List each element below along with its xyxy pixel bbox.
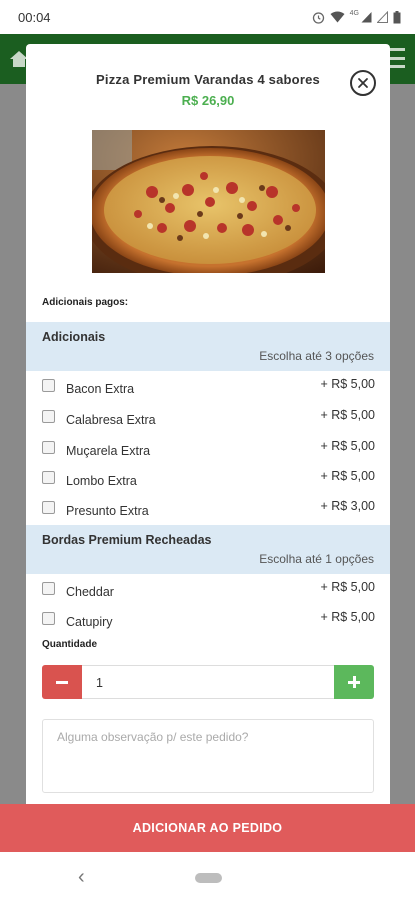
- option-row-lombo-extra[interactable]: Lombo Extra + R$ 5,00: [26, 466, 390, 496]
- product-image: [92, 130, 325, 273]
- option-checkbox[interactable]: [42, 582, 55, 595]
- plus-icon-vertical: [352, 676, 356, 688]
- signal-empty-icon: [377, 11, 388, 23]
- option-name: Lombo Extra: [66, 474, 137, 488]
- option-checkbox[interactable]: [42, 501, 55, 514]
- close-button[interactable]: [350, 70, 376, 96]
- option-row-mucarela-extra[interactable]: Muçarela Extra + R$ 5,00: [26, 436, 390, 466]
- option-price: + R$ 5,00: [320, 439, 375, 453]
- option-price: + R$ 5,00: [320, 377, 375, 391]
- group-header-bordas: Bordas Premium Recheadas Escolha até 1 o…: [26, 525, 390, 574]
- battery-icon: [393, 10, 401, 23]
- option-name: Bacon Extra: [66, 382, 135, 396]
- option-price: + R$ 3,00: [320, 499, 375, 513]
- option-row-cheddar[interactable]: Cheddar + R$ 5,00: [26, 577, 390, 607]
- option-checkbox[interactable]: [42, 612, 55, 625]
- product-price: R$ 26,90: [181, 93, 235, 108]
- quantity-label: Quantidade: [42, 639, 98, 650]
- option-checkbox[interactable]: [42, 379, 55, 392]
- paid-extras-caption: Adicionais pagos:: [42, 297, 129, 308]
- alarm-icon: [312, 11, 324, 24]
- group-title: Adicionais: [42, 330, 106, 344]
- option-name: Cheddar: [66, 585, 114, 599]
- navigation-bar: ‹: [0, 852, 415, 900]
- status-time: 00:04: [18, 9, 51, 25]
- option-name: Calabresa Extra: [66, 413, 156, 427]
- product-title: Pizza Premium Varandas 4 sabores: [96, 72, 320, 87]
- option-price: + R$ 5,00: [320, 469, 375, 483]
- pizza-photo: [92, 130, 325, 273]
- minus-icon: [56, 680, 68, 684]
- group-title: Bordas Premium Recheadas: [42, 533, 212, 547]
- group-header-adicionais: Adicionais Escolha até 3 opções: [26, 322, 390, 371]
- product-modal: Pizza Premium Varandas 4 sabores R$ 26,9…: [26, 44, 390, 804]
- option-name: Muçarela Extra: [66, 444, 151, 458]
- status-bar: 00:04 4G: [0, 0, 415, 34]
- increase-quantity-button[interactable]: [334, 665, 374, 699]
- wifi-icon: [330, 11, 345, 23]
- option-row-calabresa-extra[interactable]: Calabresa Extra + R$ 5,00: [26, 405, 390, 435]
- decrease-quantity-button[interactable]: [42, 665, 82, 699]
- close-circle-icon: [358, 78, 368, 88]
- back-chevron-icon[interactable]: ‹: [78, 866, 85, 889]
- add-to-order-button[interactable]: ADICIONAR AO PEDIDO: [0, 804, 415, 852]
- option-checkbox[interactable]: [42, 471, 55, 484]
- option-name: Presunto Extra: [66, 504, 149, 518]
- status-icons: 4G: [312, 9, 401, 24]
- option-price: + R$ 5,00: [320, 610, 375, 624]
- signal-icon: [361, 12, 372, 23]
- quantity-input[interactable]: 1: [82, 665, 334, 699]
- option-name: Catupiry: [66, 615, 113, 629]
- home-pill-button[interactable]: [195, 873, 222, 883]
- observation-field[interactable]: [42, 719, 374, 793]
- option-checkbox[interactable]: [42, 410, 55, 423]
- option-price: + R$ 5,00: [320, 580, 375, 594]
- option-checkbox[interactable]: [42, 441, 55, 454]
- group-limit: Escolha até 3 opções: [259, 349, 374, 363]
- option-row-catupiry[interactable]: Catupiry + R$ 5,00: [26, 607, 390, 637]
- network-type-label: 4G: [349, 9, 359, 17]
- option-row-presunto-extra[interactable]: Presunto Extra + R$ 3,00: [26, 496, 390, 526]
- option-row-bacon-extra[interactable]: Bacon Extra + R$ 5,00: [26, 374, 390, 404]
- option-price: + R$ 5,00: [320, 408, 375, 422]
- group-limit: Escolha até 1 opções: [259, 552, 374, 566]
